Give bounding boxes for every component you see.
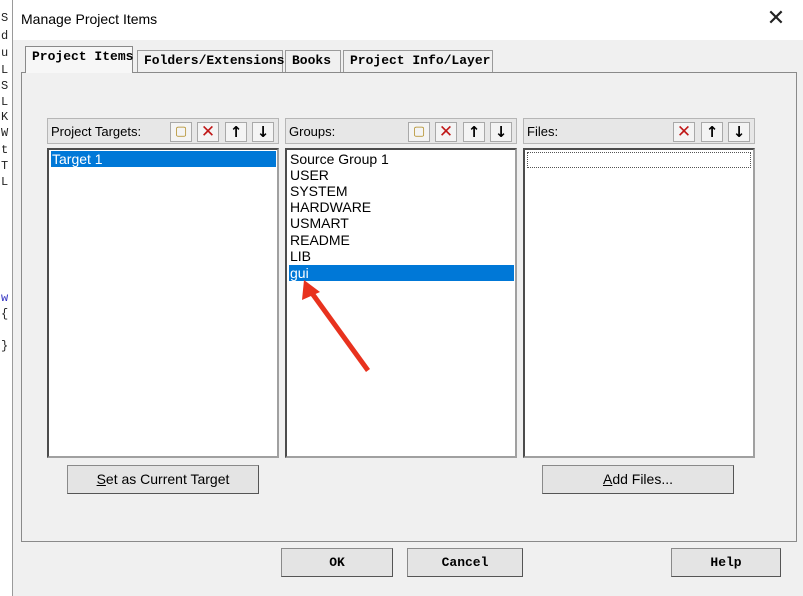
groups-label: Groups:: [289, 124, 336, 139]
ok-button[interactable]: OK: [281, 548, 393, 577]
delete-icon[interactable]: ✕: [673, 122, 695, 142]
empty-focus-row: [527, 152, 751, 168]
help-button[interactable]: Help: [671, 548, 781, 577]
move-up-icon[interactable]: ↑: [225, 122, 247, 142]
move-up-icon[interactable]: ↑: [463, 122, 485, 142]
tab-project-info-layer[interactable]: Project Info/Layer: [343, 50, 493, 72]
project-targets-list[interactable]: Target 1: [47, 148, 279, 458]
move-down-icon[interactable]: ↓: [728, 122, 750, 142]
bg-char: S: [1, 79, 9, 93]
bg-char: t: [1, 143, 9, 157]
manage-project-items-dialog: Manage Project Items ✕ Project Items Fol…: [12, 0, 803, 596]
new-item-icon[interactable]: ▢: [408, 122, 430, 142]
cancel-button[interactable]: Cancel: [407, 548, 523, 577]
move-down-icon[interactable]: ↓: [490, 122, 512, 142]
list-item[interactable]: README: [289, 232, 350, 248]
files-list[interactable]: [523, 148, 755, 458]
list-item[interactable]: SYSTEM: [289, 183, 348, 199]
move-up-icon[interactable]: ↑: [701, 122, 723, 142]
tab-books[interactable]: Books: [285, 50, 341, 72]
bg-char: T: [1, 159, 9, 173]
project-targets-label: Project Targets:: [51, 124, 142, 139]
bg-char: S: [1, 11, 9, 25]
list-item[interactable]: Source Group 1: [289, 151, 389, 167]
files-header: Files: ✕ ↑ ↓: [523, 118, 755, 144]
background-editor-strip: S d u L S L K W t T L w { }: [0, 0, 12, 596]
bg-char: {: [1, 307, 9, 321]
list-item[interactable]: USMART: [289, 215, 349, 231]
groups-header: Groups: ▢ ✕ ↑ ↓: [285, 118, 517, 144]
bg-char: L: [1, 63, 9, 77]
bg-char: L: [1, 95, 9, 109]
list-item[interactable]: USER: [289, 167, 329, 183]
button-label-rest: dd Files...: [612, 471, 674, 487]
set-as-current-target-button[interactable]: Set as Current Target: [67, 465, 259, 494]
bg-char: u: [1, 46, 9, 60]
button-label-rest: et as Current Target: [105, 471, 230, 487]
list-item[interactable]: gui: [289, 265, 514, 281]
dialog-title: Manage Project Items: [21, 11, 158, 27]
list-item[interactable]: LIB: [289, 248, 311, 264]
bg-char: L: [1, 175, 9, 189]
move-down-icon[interactable]: ↓: [252, 122, 274, 142]
groups-list[interactable]: Source Group 1 USER SYSTEM HARDWARE USMA…: [285, 148, 517, 458]
mnemonic: S: [96, 471, 106, 487]
bg-char: W: [1, 126, 9, 140]
list-item[interactable]: Target 1: [51, 151, 276, 167]
new-item-icon[interactable]: ▢: [170, 122, 192, 142]
close-icon[interactable]: ✕: [763, 8, 789, 32]
delete-icon[interactable]: ✕: [435, 122, 457, 142]
mnemonic: A: [602, 471, 613, 487]
delete-icon[interactable]: ✕: [197, 122, 219, 142]
title-bar: Manage Project Items ✕: [13, 0, 803, 40]
add-files-button[interactable]: Add Files...: [542, 465, 734, 494]
bg-char: K: [1, 110, 9, 124]
bg-char: w: [1, 291, 9, 305]
bg-char: }: [1, 339, 9, 353]
tab-folders-extensions[interactable]: Folders/Extensions: [137, 50, 284, 72]
files-label: Files:: [527, 124, 559, 139]
project-targets-header: Project Targets: ▢ ✕ ↑ ↓: [47, 118, 279, 144]
bg-char: d: [1, 29, 9, 43]
tab-project-items[interactable]: Project Items: [25, 46, 133, 73]
list-item[interactable]: HARDWARE: [289, 199, 371, 215]
